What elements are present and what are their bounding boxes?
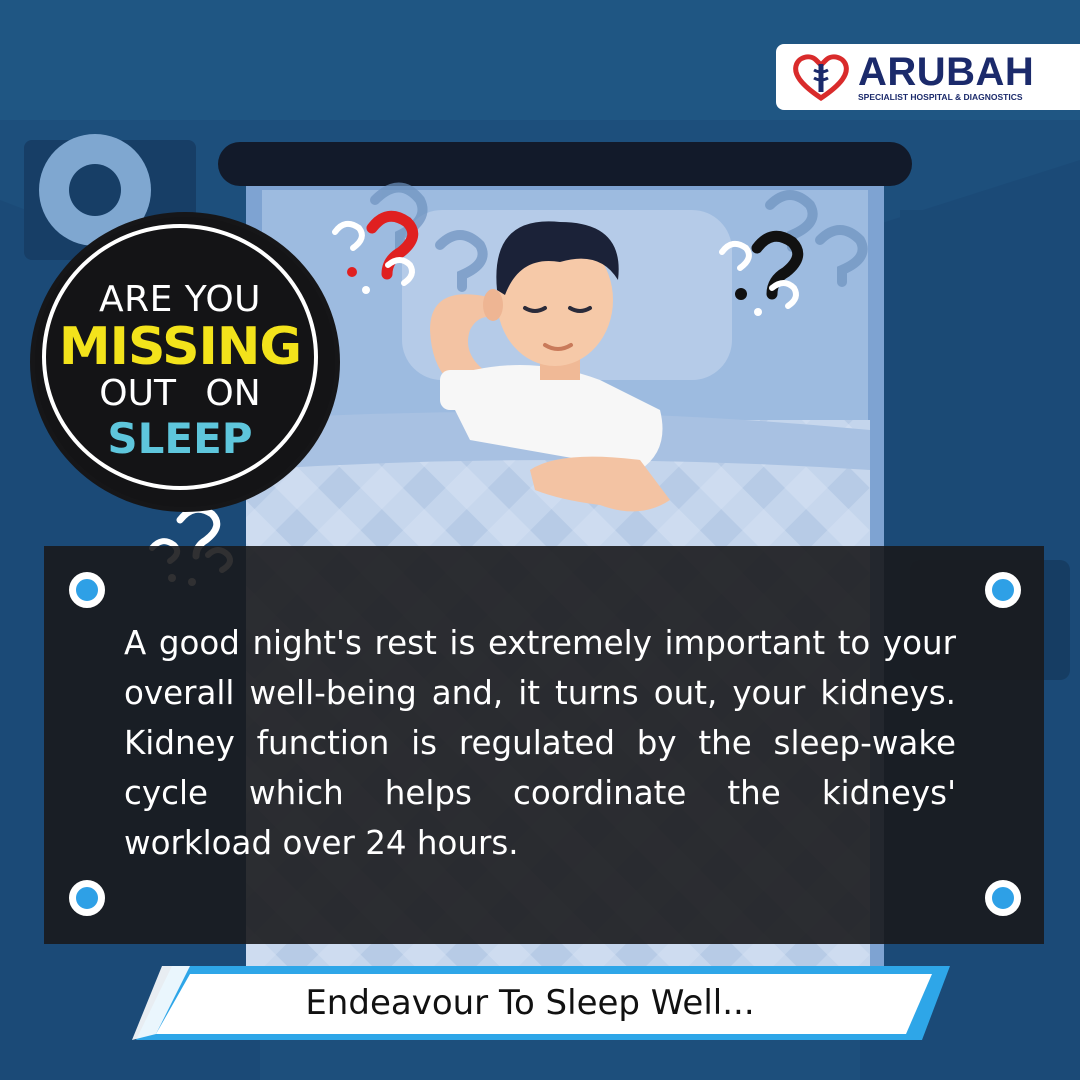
badge-line-2: MISSING [58,317,302,377]
panel-dot-top-right [985,572,1021,608]
panel-dot-bottom-left [69,880,105,916]
body-paragraph: A good night's rest is extremely importa… [124,624,956,862]
badge-line-4: SLEEP [107,414,253,463]
brand-tagline: SPECIALIST HOSPITAL & DIAGNOSTICS [858,92,1023,102]
brand-logo: ARUBAH SPECIALIST HOSPITAL & DIAGNOSTICS [776,44,1080,110]
badge-line-1: ARE YOU [98,279,262,320]
panel-dot-top-left [69,572,105,608]
panel-dot-bottom-right [985,880,1021,916]
banner-text: Endeavour To Sleep Well... [305,983,755,1023]
brand-name: ARUBAH [858,50,1035,94]
heart-logo-icon [793,54,849,102]
badge-headline: ARE YOU MISSING OUT ON SLEEP [42,280,318,464]
badge-line-3: OUT ON [99,373,261,414]
